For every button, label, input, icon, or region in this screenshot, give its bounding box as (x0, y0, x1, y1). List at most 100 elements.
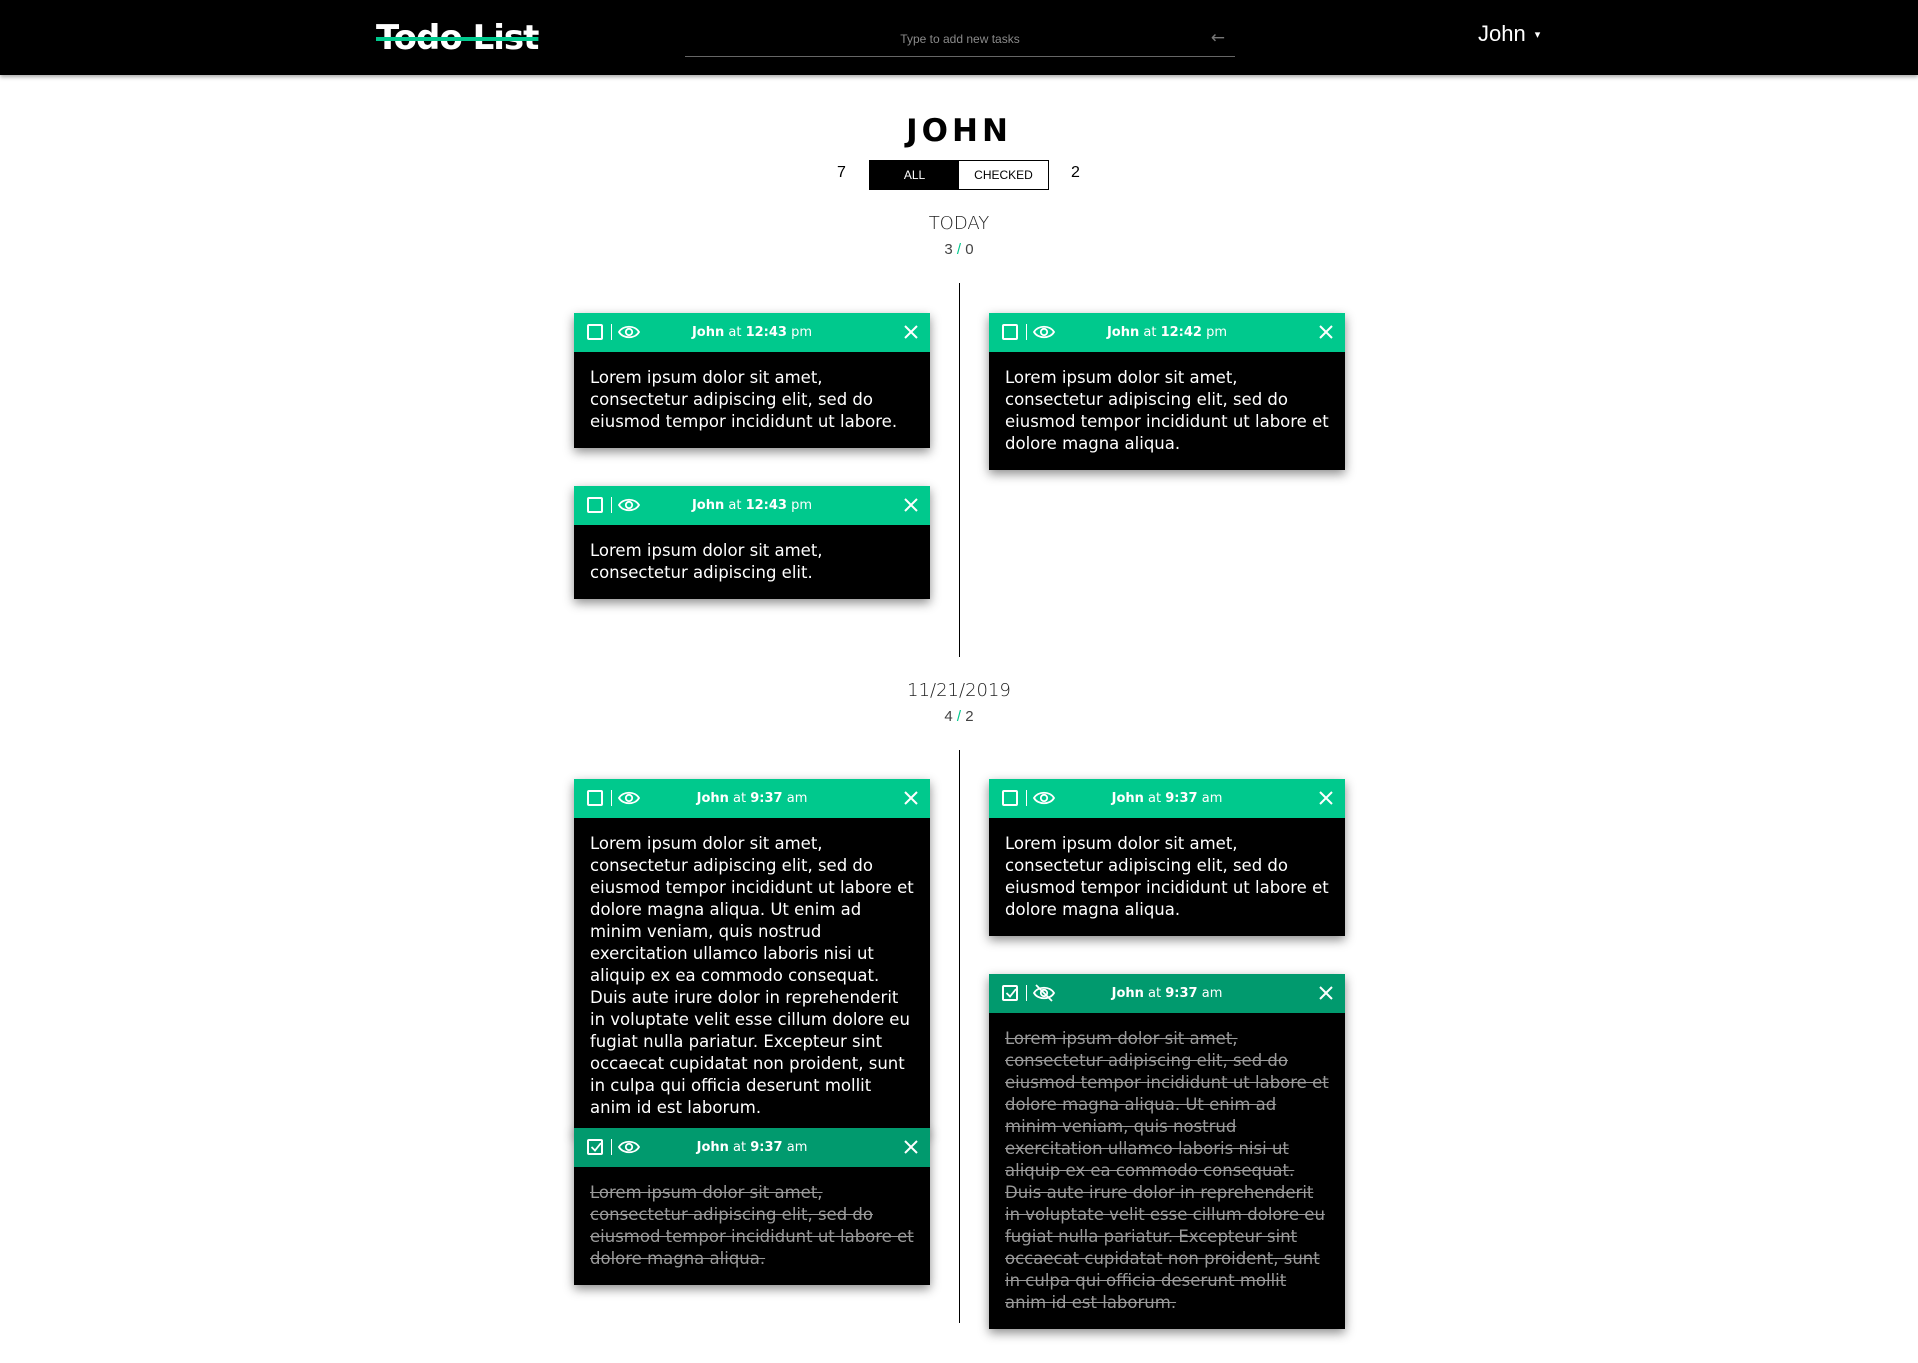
task-at: at (728, 325, 742, 340)
task-text: Lorem ipsum dolor sit amet, consectetur … (590, 834, 914, 1117)
task-ampm: am (1201, 986, 1223, 1001)
task-at: at (728, 498, 742, 513)
task-card-checked: John at 9:37 am Lorem ipsum dolor sit am… (989, 974, 1345, 1329)
section-title: 11/21/2019 (907, 680, 1011, 701)
task-time: 9:37 (1165, 986, 1198, 1001)
eye-icon[interactable] (1032, 323, 1056, 341)
task-time: 12:43 (745, 325, 787, 340)
eye-off-icon[interactable] (1032, 984, 1056, 1002)
all-count: 7 (837, 164, 846, 181)
task-text: Lorem ipsum dolor sit amet, consectetur … (1005, 834, 1329, 919)
task-card-header: John at 9:37 am (574, 1128, 930, 1167)
section-title: TODAY (928, 213, 990, 234)
task-time: 12:43 (745, 498, 787, 513)
task-card: John at 9:37 am Lorem ipsum dolor sit am… (989, 779, 1345, 936)
caret-down-icon: ▾ (1534, 28, 1541, 41)
close-icon[interactable] (1319, 986, 1333, 1000)
checked-count: 2 (1071, 164, 1080, 181)
task-author: John (696, 1140, 729, 1155)
task-text: Lorem ipsum dolor sit amet, consectetur … (590, 1183, 914, 1268)
header-separator (611, 790, 612, 806)
task-time: 12:42 (1160, 325, 1202, 340)
task-at: at (1148, 791, 1162, 806)
task-author: John (696, 791, 729, 806)
new-task-input[interactable] (685, 22, 1235, 56)
task-text: Lorem ipsum dolor sit amet, consectetur … (1005, 368, 1329, 453)
task-time: 9:37 (750, 1140, 783, 1155)
task-ampm: pm (791, 325, 813, 340)
header-separator (611, 497, 612, 513)
task-checkbox[interactable] (1002, 790, 1018, 806)
task-checkbox[interactable] (1002, 324, 1018, 340)
task-text: Lorem ipsum dolor sit amet, consectetur … (590, 541, 823, 582)
task-card-header: John at 12:42 pm (989, 313, 1345, 352)
eye-icon[interactable] (1032, 789, 1056, 807)
task-card: John at 12:42 pm Lorem ipsum dolor sit a… (989, 313, 1345, 470)
section-created-count: 4 (944, 708, 953, 725)
task-card-header: John at 9:37 am (989, 974, 1345, 1013)
task-author: John (1111, 791, 1144, 806)
user-menu[interactable]: John ▾ (1478, 21, 1540, 47)
task-card-header: John at 12:43 pm (574, 313, 930, 352)
close-icon[interactable] (904, 498, 918, 512)
app-logo[interactable]: Todo List (376, 18, 539, 58)
task-time: 9:37 (750, 791, 783, 806)
filter-all-button[interactable]: ALL (870, 161, 959, 189)
timeline-divider (959, 750, 960, 1323)
close-icon[interactable] (1319, 325, 1333, 339)
task-card: John at 12:43 pm Lorem ipsum dolor sit a… (574, 486, 930, 599)
header-separator (1026, 985, 1027, 1001)
task-ampm: pm (1206, 325, 1228, 340)
section-count-separator: / (956, 708, 962, 725)
header-separator (1026, 790, 1027, 806)
task-time: 9:37 (1165, 791, 1198, 806)
section-count: 4 / 2 (0, 708, 1918, 725)
section-count-separator: / (956, 241, 962, 258)
close-icon[interactable] (904, 1140, 918, 1154)
task-card-checked: John at 9:37 am Lorem ipsum dolor sit am… (574, 1128, 930, 1285)
task-card: John at 12:43 pm Lorem ipsum dolor sit a… (574, 313, 930, 448)
eye-icon[interactable] (617, 496, 641, 514)
filter-checked-button[interactable]: CHECKED (959, 161, 1048, 189)
section-checked-count: 2 (965, 708, 974, 725)
task-card-header: John at 12:43 pm (574, 486, 930, 525)
task-card: John at 9:37 am Lorem ipsum dolor sit am… (574, 779, 930, 1134)
section-count: 3 / 0 (0, 241, 1918, 258)
task-author: John (691, 498, 725, 513)
task-ampm: pm (791, 498, 813, 513)
close-icon[interactable] (1319, 791, 1333, 805)
task-ampm: am (786, 1140, 808, 1155)
task-author: John (691, 325, 725, 340)
timeline-divider (959, 283, 960, 657)
new-task-input-wrapper: ← (685, 22, 1235, 57)
eye-icon[interactable] (617, 1138, 641, 1156)
section-checked-count: 0 (965, 241, 974, 258)
task-ampm: am (786, 791, 808, 806)
task-text: Lorem ipsum dolor sit amet, consectetur … (590, 368, 898, 431)
task-checkbox[interactable] (587, 497, 603, 513)
close-icon[interactable] (904, 791, 918, 805)
task-at: at (733, 791, 747, 806)
submit-arrow-icon[interactable]: ← (1211, 28, 1225, 48)
header-separator (1026, 324, 1027, 340)
filter-toggle: ALL CHECKED (869, 160, 1049, 190)
top-bar: Todo List ← John ▾ (0, 0, 1918, 75)
task-card-header: John at 9:37 am (574, 779, 930, 818)
header-separator (611, 324, 612, 340)
eye-icon[interactable] (617, 323, 641, 341)
task-ampm: am (1201, 791, 1223, 806)
task-author: John (1106, 325, 1140, 340)
task-at: at (733, 1140, 747, 1155)
task-checkbox[interactable] (587, 790, 603, 806)
eye-icon[interactable] (617, 789, 641, 807)
task-card-header: John at 9:37 am (989, 779, 1345, 818)
task-checkbox-checked[interactable] (587, 1139, 603, 1155)
header-separator (611, 1139, 612, 1155)
close-icon[interactable] (904, 325, 918, 339)
task-checkbox[interactable] (587, 324, 603, 340)
task-at: at (1148, 986, 1162, 1001)
task-checkbox-checked[interactable] (1002, 985, 1018, 1001)
section-created-count: 3 (944, 241, 953, 258)
task-author: John (1111, 986, 1144, 1001)
user-menu-name: John (1478, 21, 1526, 46)
